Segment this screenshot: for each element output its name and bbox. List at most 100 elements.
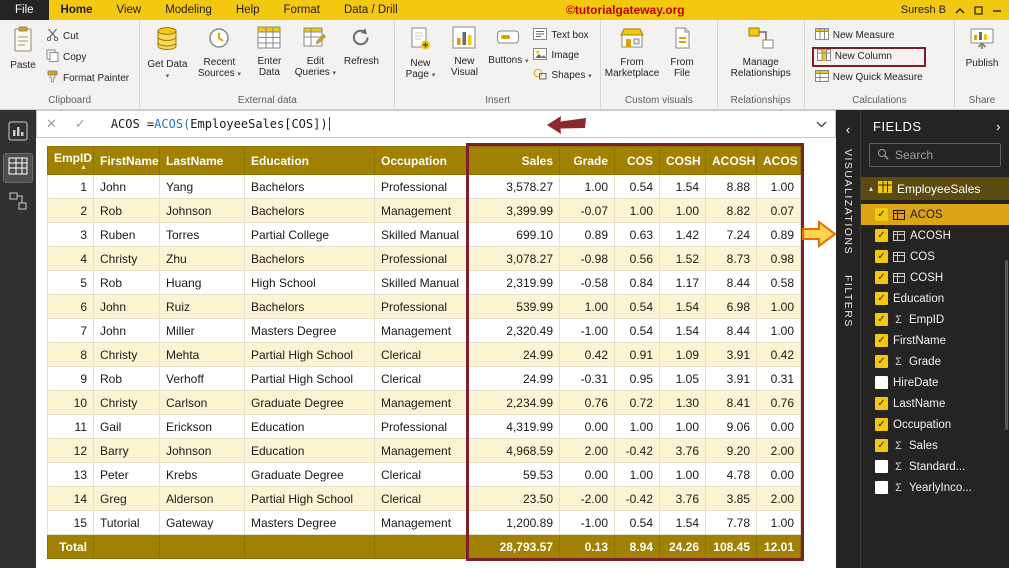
table-row[interactable]: 5RobHuangHigh SchoolSkilled Manual2,319.… xyxy=(48,271,801,295)
field-item-cos[interactable]: ✓COS xyxy=(861,246,1009,267)
buttons-button[interactable]: Buttons ▾ xyxy=(486,22,530,66)
field-checkbox-checked[interactable]: ✓ xyxy=(875,229,888,242)
table-row[interactable]: 4ChristyZhuBachelorsProfessional3,078.27… xyxy=(48,247,801,271)
table-row[interactable]: 2RobJohnsonBachelorsManagement3,399.99-0… xyxy=(48,199,801,223)
recent-sources-button[interactable]: Recent Sources ▾ xyxy=(191,22,247,80)
field-checkbox-checked[interactable]: ✓ xyxy=(875,313,888,326)
field-item-standard[interactable]: ΣStandard... xyxy=(861,456,1009,477)
manage-relationships-button[interactable]: Manage Relationships xyxy=(723,22,799,80)
formula-expand-chevron-icon[interactable] xyxy=(816,121,827,128)
field-item-lastname[interactable]: ✓LastName xyxy=(861,393,1009,414)
field-item-grade[interactable]: ✓ΣGrade xyxy=(861,351,1009,372)
field-checkbox-checked[interactable]: ✓ xyxy=(875,271,888,284)
table-row[interactable]: 6JohnRuizBachelorsProfessional539.991.00… xyxy=(48,295,801,319)
signed-in-user[interactable]: Suresh B xyxy=(901,4,946,16)
data-view-button[interactable] xyxy=(4,154,32,182)
column-header-cosh[interactable]: COSH xyxy=(660,147,706,175)
field-item-education[interactable]: ✓Education xyxy=(861,288,1009,309)
fields-scrollbar[interactable] xyxy=(1005,260,1008,430)
column-header-acosh[interactable]: ACOSH xyxy=(706,147,757,175)
column-header-lastname[interactable]: LastName xyxy=(160,147,245,175)
field-item-empid[interactable]: ✓ΣEmpID xyxy=(861,309,1009,330)
field-item-hiredate[interactable]: HireDate xyxy=(861,372,1009,393)
text-box-button[interactable]: Text box xyxy=(530,26,594,46)
tab-data-drill[interactable]: Data / Drill xyxy=(332,0,410,20)
table-row[interactable]: 8ChristyMehtaPartial High SchoolClerical… xyxy=(48,343,801,367)
fields-search-input[interactable]: Search xyxy=(869,143,1001,167)
collapse-ribbon-icon[interactable] xyxy=(955,7,965,14)
field-checkbox-checked[interactable]: ✓ xyxy=(875,250,888,263)
restore-window-icon[interactable] xyxy=(974,6,983,15)
dataset-employeesales[interactable]: ▴ EmployeeSales xyxy=(861,177,1009,200)
field-checkbox-checked[interactable]: ✓ xyxy=(875,292,888,305)
refresh-button[interactable]: Refresh xyxy=(339,22,383,67)
publish-button[interactable]: Publish xyxy=(958,22,1006,69)
table-row[interactable]: 1JohnYangBachelorsProfessional3,578.271.… xyxy=(48,175,801,199)
tab-view[interactable]: View xyxy=(104,0,153,20)
table-row[interactable]: 10ChristyCarlsonGraduate DegreeManagemen… xyxy=(48,391,801,415)
cut-button[interactable]: Cut xyxy=(43,26,132,47)
cancel-formula-icon[interactable]: ✕ xyxy=(37,116,66,132)
model-view-button[interactable] xyxy=(4,189,32,217)
field-item-cosh[interactable]: ✓COSH xyxy=(861,267,1009,288)
column-header-education[interactable]: Education xyxy=(245,147,375,175)
minimize-window-icon[interactable] xyxy=(992,6,1002,15)
format-painter-button[interactable]: Format Painter xyxy=(43,68,132,89)
table-row[interactable]: 12BarryJohnsonEducationManagement4,968.5… xyxy=(48,439,801,463)
field-item-firstname[interactable]: ✓FirstName xyxy=(861,330,1009,351)
field-checkbox-checked[interactable]: ✓ xyxy=(875,208,888,221)
field-checkbox-checked[interactable]: ✓ xyxy=(875,418,888,431)
field-item-yearlyinco[interactable]: ΣYearlyInco... xyxy=(861,477,1009,498)
field-checkbox-checked[interactable]: ✓ xyxy=(875,355,888,368)
from-marketplace-button[interactable]: From Marketplace xyxy=(604,22,660,80)
report-view-button[interactable] xyxy=(4,119,32,147)
new-visual-button[interactable]: New Visual xyxy=(442,22,486,79)
column-header-firstname[interactable]: FirstName xyxy=(94,147,160,175)
field-checkbox-unchecked[interactable] xyxy=(875,460,888,473)
collapse-fields-chevron-icon[interactable]: ‹ xyxy=(846,122,850,137)
table-row[interactable]: 15TutorialGatewayMasters DegreeManagemen… xyxy=(48,511,801,535)
new-page-button[interactable]: New Page ▾ xyxy=(398,22,442,81)
tab-home[interactable]: Home xyxy=(49,0,105,20)
enter-data-button[interactable]: Enter Data xyxy=(247,22,291,79)
column-header-acos[interactable]: ACOS xyxy=(757,147,801,175)
field-checkbox-unchecked[interactable] xyxy=(875,481,888,494)
dataset-expander-icon[interactable]: ▴ xyxy=(869,184,873,193)
column-header-empid[interactable]: EmpID▲ xyxy=(48,147,94,175)
new-quick-measure-button[interactable]: New Quick Measure xyxy=(812,68,926,88)
table-row[interactable]: 14GregAldersonPartial High SchoolClerica… xyxy=(48,487,801,511)
field-item-occupation[interactable]: ✓Occupation xyxy=(861,414,1009,435)
expand-fields-chevron-icon[interactable]: › xyxy=(996,119,1001,134)
commit-formula-icon[interactable]: ✓ xyxy=(66,116,95,132)
paste-button[interactable]: Paste xyxy=(3,22,43,71)
file-menu-button[interactable]: File xyxy=(0,0,49,20)
field-checkbox-unchecked[interactable] xyxy=(875,376,888,389)
column-header-occupation[interactable]: Occupation xyxy=(375,147,469,175)
formula-input[interactable]: ACOS = ACOS(EmployeeSales[COS]) xyxy=(111,117,330,131)
field-item-acosh[interactable]: ✓ACOSH xyxy=(861,225,1009,246)
field-checkbox-checked[interactable]: ✓ xyxy=(875,439,888,452)
table-row[interactable]: 3RubenTorresPartial CollegeSkilled Manua… xyxy=(48,223,801,247)
formula-bar[interactable]: ✕ ✓ ACOS = ACOS(EmployeeSales[COS]) xyxy=(36,110,836,138)
field-item-acos[interactable]: ✓ACOS xyxy=(861,204,1009,225)
new-column-button[interactable]: New Column xyxy=(812,47,926,67)
column-header-cos[interactable]: COS xyxy=(615,147,660,175)
column-header-grade[interactable]: Grade xyxy=(560,147,615,175)
field-checkbox-checked[interactable]: ✓ xyxy=(875,334,888,347)
table-row[interactable]: 13PeterKrebsGraduate DegreeClerical59.53… xyxy=(48,463,801,487)
field-checkbox-checked[interactable]: ✓ xyxy=(875,397,888,410)
new-measure-button[interactable]: New Measure xyxy=(812,26,926,46)
table-row[interactable]: 11GailEricksonEducationProfessional4,319… xyxy=(48,415,801,439)
tab-help[interactable]: Help xyxy=(224,0,272,20)
column-header-sales[interactable]: Sales xyxy=(469,147,560,175)
edit-queries-button[interactable]: Edit Queries ▾ xyxy=(291,22,339,79)
tab-format[interactable]: Format xyxy=(272,0,332,20)
visualizations-pane-tab[interactable]: VISUALIZATIONS xyxy=(842,149,854,255)
field-item-sales[interactable]: ✓ΣSales xyxy=(861,435,1009,456)
from-file-button[interactable]: From File xyxy=(660,22,704,80)
tab-modeling[interactable]: Modeling xyxy=(153,0,224,20)
table-row[interactable]: 7JohnMillerMasters DegreeManagement2,320… xyxy=(48,319,801,343)
filters-pane-tab[interactable]: FILTERS xyxy=(842,275,854,328)
image-button[interactable]: Image xyxy=(530,46,594,66)
copy-button[interactable]: Copy xyxy=(43,47,132,68)
